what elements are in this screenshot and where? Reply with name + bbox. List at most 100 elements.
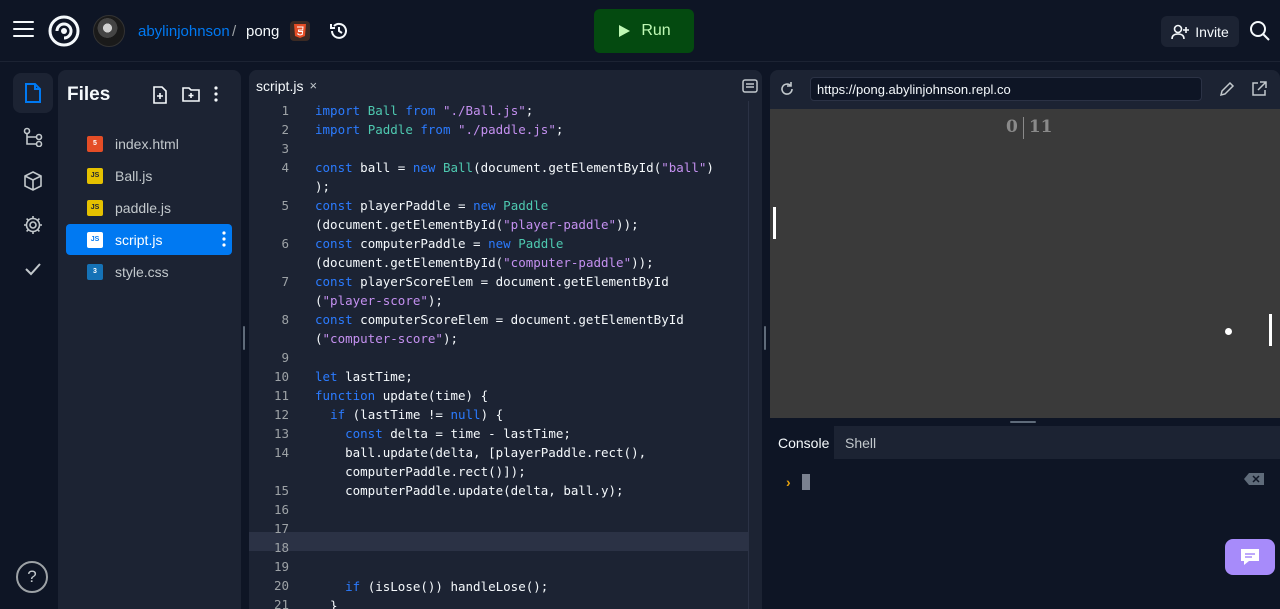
clear-console-icon[interactable] [1244,473,1264,485]
settings-icon[interactable] [13,205,53,245]
tab-console[interactable]: Console [770,426,834,459]
code-line: ); [315,179,331,194]
more-icon[interactable] [222,231,226,247]
line-number: 14 [273,445,289,460]
score-display: 0 11 [1006,117,1053,139]
menu-icon[interactable] [13,21,34,39]
code-line: const computerPaddle = new Paddle [315,236,564,251]
tab-script-js[interactable]: script.js × [249,70,331,101]
line-number: 17 [273,521,289,536]
search-icon[interactable] [1249,20,1271,42]
play-icon [619,25,631,37]
avatar[interactable] [93,15,125,47]
computer-paddle [1269,314,1272,346]
packages-icon[interactable] [13,161,53,201]
line-number: 12 [273,407,289,422]
code-area[interactable]: 1 2 3 4 5 6 7 8 9 10 11 12 13 14 15 16 17 18 19 20 21 import… [249,101,762,609]
repl-name[interactable]: pong [246,23,279,40]
console-output[interactable]: › [770,459,1280,609]
score-divider [1022,117,1024,139]
owner-link[interactable]: abylinjohnson [138,23,230,40]
code-line: function update(time) { [315,388,489,403]
line-number: 7 [281,274,289,289]
file-paddle-js[interactable]: JS paddle.js [66,192,232,223]
chat-icon[interactable] [1225,539,1275,575]
open-new-tab-icon[interactable] [1251,81,1267,97]
code-line: import Paddle from "./paddle.js"; [315,122,564,137]
current-line-highlight [249,532,762,551]
close-icon[interactable]: × [309,78,317,93]
edit-icon[interactable] [1219,81,1235,97]
code-line: import Ball from "./Ball.js"; [315,103,534,118]
files-actions [152,86,218,104]
console-panel: Console Shell › [770,426,1280,609]
resize-handle[interactable] [243,326,245,350]
breadcrumb-separator: / [232,23,237,40]
file-index-html[interactable]: 5 index.html [66,128,232,159]
code-line: computerPaddle.update(delta, ball.y); [315,483,624,498]
url-input[interactable]: https://pong.abylinjohnson.repl.co [810,77,1202,101]
git-icon[interactable] [13,117,53,157]
invite-button[interactable]: Invite [1161,16,1239,47]
console-tabs: Console Shell [770,426,1280,459]
run-label: Run [641,22,671,39]
player-paddle [773,207,776,239]
html-file-icon: 5 [87,135,103,152]
code-line: const computerScoreElem = document.getEl… [315,312,684,327]
code-line: if (lastTime != null) { [330,407,504,422]
pong-game[interactable]: 0 11 [770,109,1280,418]
js-file-icon: JS [87,167,103,184]
new-folder-icon[interactable] [182,86,200,102]
code-line: (document.getElementById("computer-paddl… [315,255,654,270]
editor-menu-icon[interactable] [742,79,758,93]
more-icon[interactable] [214,86,218,102]
check-icon[interactable] [13,249,53,289]
line-number: 4 [281,160,289,175]
refresh-icon[interactable] [779,81,795,97]
help-icon[interactable]: ? [16,561,48,593]
run-button[interactable]: Run [594,9,694,53]
replit-logo[interactable] [48,15,80,47]
history-icon[interactable] [329,21,349,41]
code-line: ("player-score"); [315,293,443,308]
code-line: } [315,598,338,609]
top-bar: abylinjohnson / pong Run Invite [0,0,1280,62]
resize-handle[interactable] [1010,421,1036,423]
line-number: 5 [281,198,289,213]
editor-tabs: script.js × [249,70,762,101]
editor-scrollbar[interactable] [748,101,762,609]
line-number: 10 [273,369,289,384]
file-ball-js[interactable]: JS Ball.js [66,160,232,191]
new-file-icon[interactable] [152,86,168,104]
line-number: 9 [281,350,289,365]
line-number: 16 [273,502,289,517]
code-line: ball.update(delta, [playerPaddle.rect(), [315,445,647,460]
file-style-css[interactable]: 3 style.css [66,256,232,287]
line-number: 18 [273,540,289,555]
file-script-js[interactable]: JS script.js [66,224,232,255]
code-line: const delta = time - lastTime; [345,426,571,441]
code-line: const playerScoreElem = document.getElem… [315,274,669,289]
line-number: 2 [281,122,289,137]
js-file-icon: JS [87,199,103,216]
console-caret [802,474,810,490]
code-line: let lastTime; [315,369,413,384]
line-number: 21 [273,597,289,609]
line-number: 20 [273,578,289,593]
line-number: 1 [281,103,289,118]
css-file-icon: 3 [87,263,103,280]
resize-handle[interactable] [764,326,766,350]
js-file-icon: JS [87,231,103,248]
left-rail: ? [0,62,66,609]
invite-label: Invite [1195,23,1229,40]
code-line: (document.getElementById("player-paddle"… [315,217,639,232]
prompt-icon: › [786,474,791,490]
files-icon[interactable] [13,73,53,113]
line-number: 13 [273,426,289,441]
webview-panel: https://pong.abylinjohnson.repl.co 0 11 [770,70,1280,418]
code-line: ("computer-score"); [315,331,459,346]
tab-shell[interactable]: Shell [837,426,884,459]
html5-icon[interactable] [290,21,310,41]
line-number: 3 [281,141,289,156]
line-number: 6 [281,236,289,251]
